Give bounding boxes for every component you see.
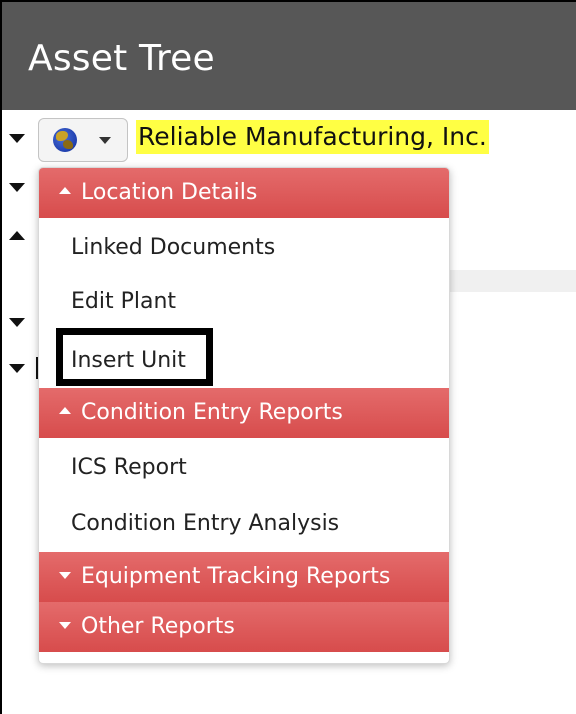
section-other-reports[interactable]: Other Reports — [39, 602, 449, 652]
menu-item-linked-documents[interactable]: Linked Documents — [39, 222, 449, 274]
chevron-up-icon — [59, 186, 71, 194]
chevron-down-icon — [59, 571, 71, 579]
context-menu: Location Details Linked Documents Edit P… — [38, 167, 450, 664]
chevron-down-icon — [99, 137, 111, 144]
annotation-highlight-box — [56, 328, 213, 386]
section-condition-entry-reports[interactable]: Condition Entry Reports — [39, 388, 449, 438]
section-equipment-tracking-reports[interactable]: Equipment Tracking Reports — [39, 552, 449, 602]
menu-item-edit-plant[interactable]: Edit Plant — [39, 276, 449, 328]
menu-item-ics-report[interactable]: ICS Report — [39, 442, 449, 494]
header-bar: Asset Tree — [2, 2, 576, 110]
tree-toggle-expanded-icon[interactable] — [9, 134, 25, 143]
menu-item-condition-entry-analysis[interactable]: Condition Entry Analysis — [39, 498, 449, 550]
chevron-up-icon — [59, 406, 71, 414]
tree-toggle-expanded-icon[interactable] — [9, 364, 25, 373]
tree-toggle-collapsed-icon[interactable] — [9, 231, 25, 240]
company-node-label[interactable]: Reliable Manufacturing, Inc. — [136, 120, 489, 154]
location-menu-button[interactable] — [38, 118, 128, 162]
chevron-down-icon — [59, 621, 71, 629]
tree-row-background — [448, 270, 576, 292]
tree-toggle-expanded-icon[interactable] — [9, 183, 25, 192]
globe-icon — [53, 128, 77, 152]
section-location-details[interactable]: Location Details — [39, 168, 449, 218]
page-title: Asset Tree — [28, 38, 215, 79]
tree-toggle-expanded-icon[interactable] — [9, 318, 25, 327]
